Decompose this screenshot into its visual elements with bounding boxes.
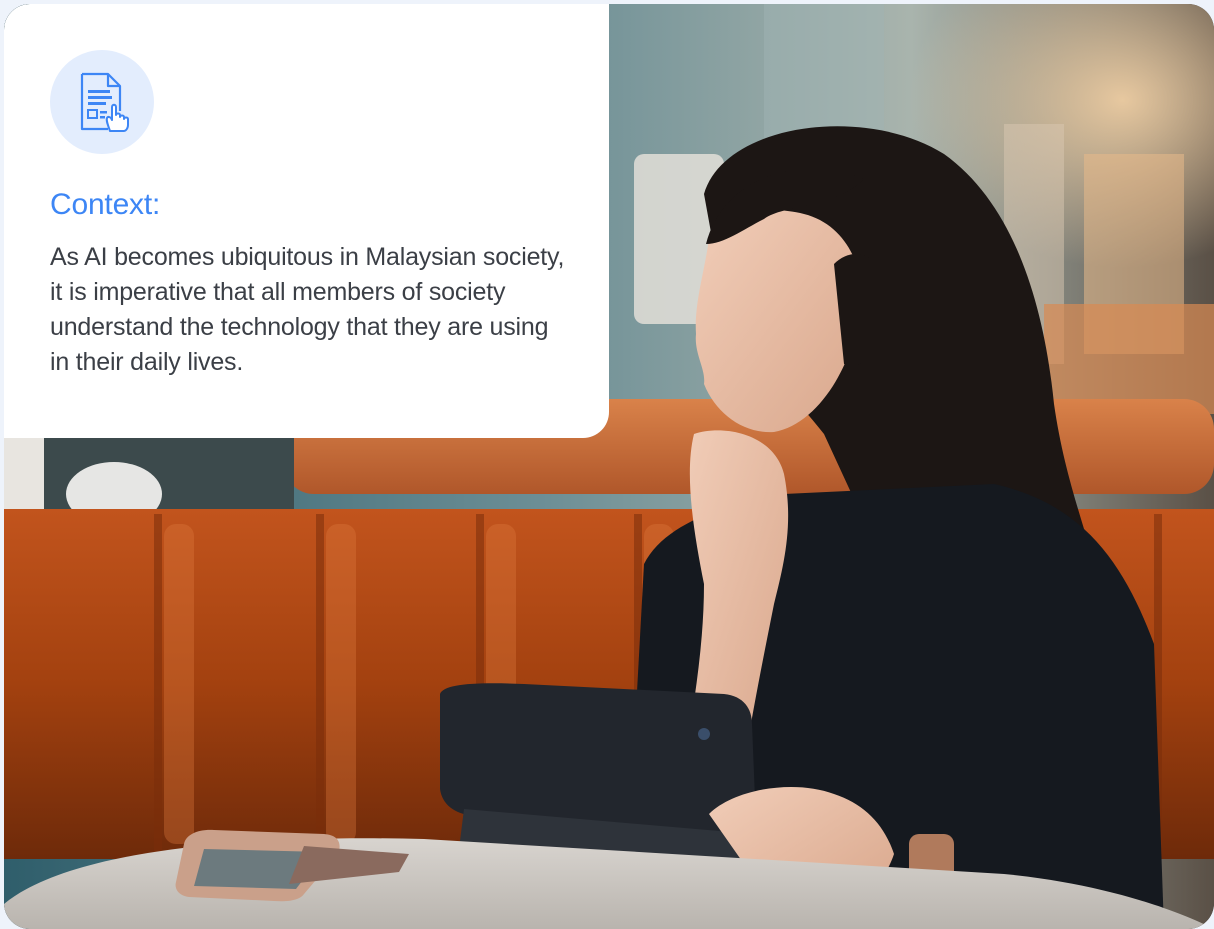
hero-frame: Context: As AI becomes ubiquitous in Mal… <box>4 4 1214 929</box>
context-body: As AI becomes ubiquitous in Malaysian so… <box>50 243 565 376</box>
context-card: Context: As AI becomes ubiquitous in Mal… <box>4 4 609 438</box>
document-hand-pointer-icon <box>80 72 129 132</box>
context-icon-badge <box>50 50 154 154</box>
context-title: Context: <box>50 188 161 221</box>
